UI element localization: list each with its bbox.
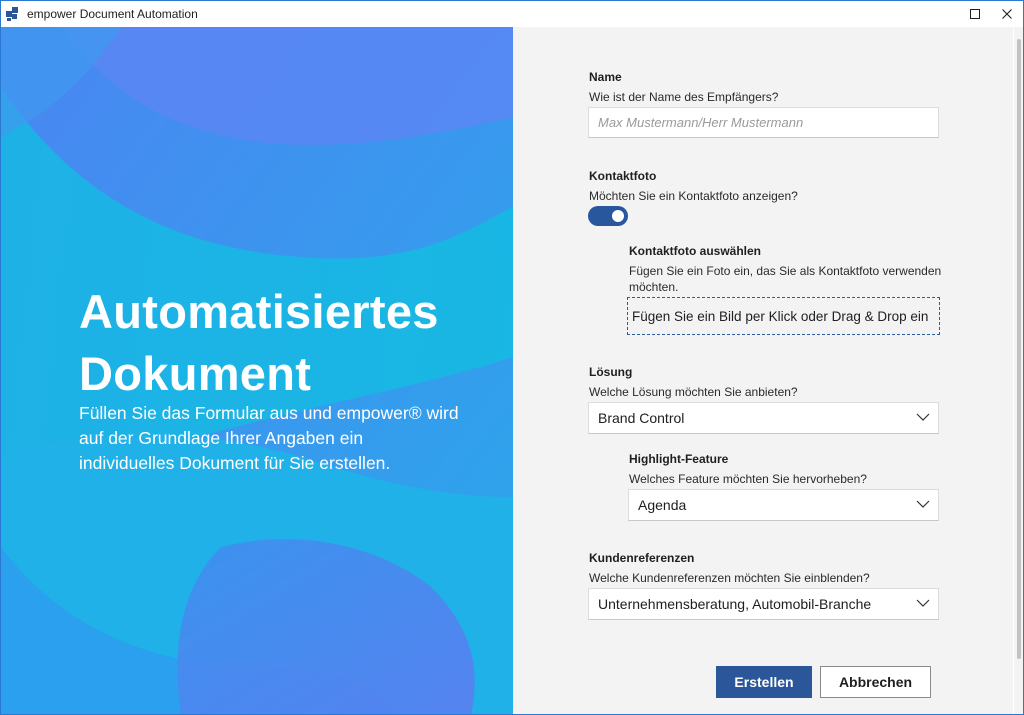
form-panel: Name Wie ist der Name des Empfängers? Ma… — [513, 27, 1013, 714]
customer-references-label: Kundenreferenzen — [589, 551, 695, 565]
name-input[interactable]: Max Mustermann/Herr Mustermann — [588, 107, 939, 138]
hero-title-line-1: Automatisiertes — [79, 285, 439, 338]
hero-panel: Automatisiertes Dokument Füllen Sie das … — [1, 27, 513, 714]
contact-photo-help: Möchten Sie ein Kontaktfoto anzeigen? — [589, 189, 798, 203]
hero-description: Füllen Sie das Formular aus und empower®… — [79, 403, 459, 473]
solution-selected-value: Brand Control — [598, 410, 685, 426]
chevron-down-icon — [916, 599, 930, 607]
hero-title: Automatisiertes Dokument — [79, 281, 499, 405]
empower-logo-icon — [6, 7, 18, 21]
name-help: Wie ist der Name des Empfängers? — [589, 90, 779, 104]
solution-label: Lösung — [589, 365, 633, 379]
highlight-feature-label: Highlight-Feature — [629, 452, 729, 466]
title-bar[interactable]: empower Document Automation — [1, 1, 1023, 27]
contact-photo-select-label: Kontaktfoto auswählen — [629, 244, 762, 258]
contact-photo-toggle[interactable] — [588, 206, 628, 226]
cancel-button[interactable]: Abbrechen — [820, 666, 931, 698]
customer-references-selected-value: Unternehmensberatung, Automobil-Branche — [598, 596, 872, 612]
contact-photo-label: Kontaktfoto — [589, 169, 657, 183]
highlight-feature-select[interactable]: Agenda — [628, 489, 939, 521]
window-title: empower Document Automation — [27, 7, 198, 21]
highlight-feature-help: Welches Feature möchten Sie hervorheben? — [629, 472, 867, 486]
name-input-placeholder: Max Mustermann/Herr Mustermann — [598, 115, 804, 130]
form-scrollbar[interactable] — [1014, 27, 1023, 714]
photo-dropzone[interactable]: Fügen Sie ein Bild per Klick oder Drag &… — [627, 297, 940, 335]
create-button[interactable]: Erstellen — [716, 666, 812, 698]
name-label: Name — [589, 70, 622, 84]
hero-title-line-2: Dokument — [79, 347, 312, 400]
chevron-down-icon — [916, 413, 930, 421]
chevron-down-icon — [916, 500, 930, 508]
photo-dropzone-text: Fügen Sie ein Bild per Klick oder Drag &… — [632, 308, 929, 324]
close-icon — [1002, 9, 1012, 19]
highlight-feature-selected-value: Agenda — [638, 497, 687, 513]
maximize-icon — [970, 9, 980, 19]
contact-photo-select-help: Fügen Sie ein Foto ein, das Sie als Kont… — [629, 264, 942, 294]
solution-help: Welche Lösung möchten Sie anbieten? — [589, 385, 798, 399]
scrollbar-thumb[interactable] — [1017, 39, 1021, 659]
maximize-button[interactable] — [959, 1, 991, 27]
solution-select[interactable]: Brand Control — [588, 402, 939, 434]
app-window: empower Document Automation Automatisier… — [0, 0, 1024, 715]
toggle-knob — [612, 210, 624, 222]
customer-references-help: Welche Kundenreferenzen möchten Sie einb… — [589, 571, 870, 585]
customer-references-select[interactable]: Unternehmensberatung, Automobil-Branche — [588, 588, 939, 620]
close-button[interactable] — [991, 1, 1023, 27]
